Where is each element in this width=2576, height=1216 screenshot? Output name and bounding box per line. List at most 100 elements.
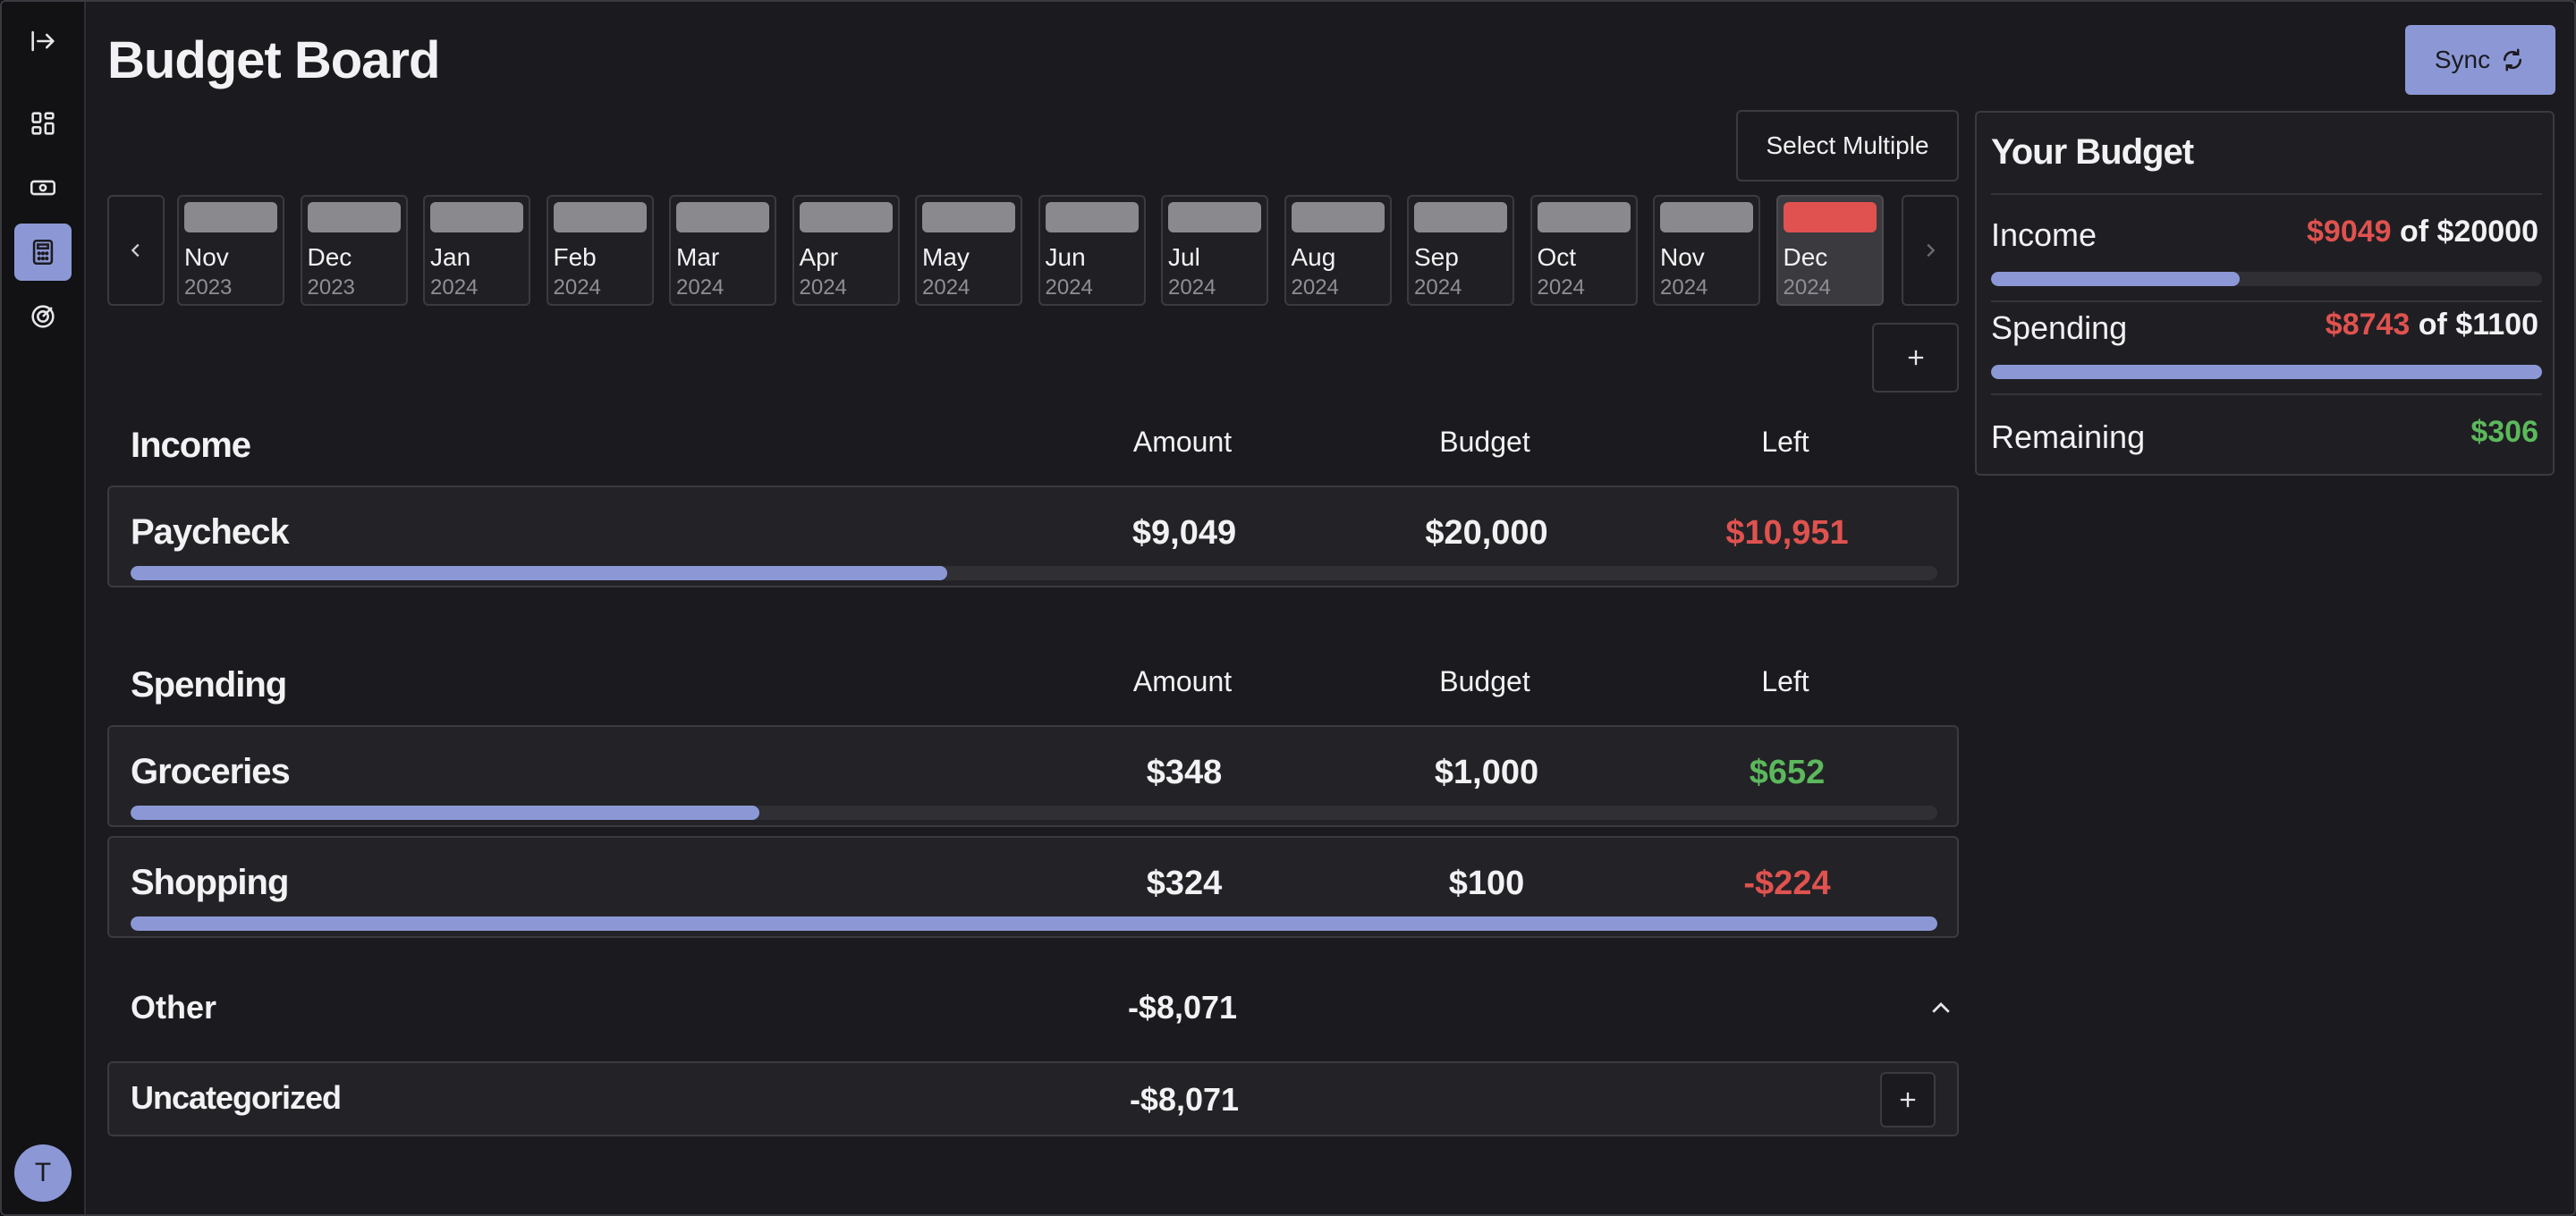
summary-income-fill [1991, 272, 2241, 286]
select-multiple-button[interactable]: Select Multiple [1736, 110, 1959, 182]
plus-icon [1900, 1092, 1916, 1108]
summary-income-amount: $9049 [2307, 215, 2392, 249]
row-progress-bar [131, 566, 1937, 580]
month-indicator-bar [307, 202, 401, 232]
budget-row-paycheck[interactable]: Paycheck $9,049 $20,000 $10,951 [107, 486, 1959, 587]
month-card[interactable]: Aug 2024 [1284, 195, 1392, 306]
summary-spending-label: Spending [1991, 309, 2128, 346]
summary-title: Your Budget [1991, 132, 2194, 172]
budget-row-shopping[interactable]: Shopping $324 $100 -$224 [107, 836, 1959, 938]
month-year: 2024 [676, 275, 724, 300]
month-card[interactable]: May 2024 [915, 195, 1022, 306]
income-section-title: Income [131, 426, 251, 465]
month-indicator-bar [1537, 202, 1631, 232]
sync-icon [2504, 48, 2522, 72]
month-name: Feb [553, 243, 597, 271]
month-year: 2024 [1537, 275, 1585, 300]
month-indicator-bar [799, 202, 893, 232]
row-amount: $348 [1146, 754, 1223, 791]
month-name: Oct [1537, 243, 1577, 271]
month-year: 2024 [1168, 275, 1216, 300]
month-name: Apr [799, 243, 839, 271]
month-card[interactable]: Dec 2023 [300, 195, 408, 306]
month-card[interactable]: Feb 2024 [546, 195, 654, 306]
row-name: Groceries [131, 752, 291, 791]
summary-spending-fill [1991, 365, 2542, 379]
month-name: Nov [184, 243, 229, 271]
income-col-budget: Budget [1439, 426, 1530, 458]
summary-income-bar [1991, 272, 2542, 286]
month-name: Aug [1291, 243, 1336, 271]
collapse-other-button[interactable] [1925, 992, 1957, 1025]
month-name: Mar [676, 243, 720, 271]
collapse-sidebar-button[interactable] [14, 13, 72, 70]
month-name: May [922, 243, 970, 271]
month-card[interactable]: Nov 2024 [1653, 195, 1760, 306]
month-year: 2024 [922, 275, 970, 300]
summary-spending-value: $8743 of $1100 [2326, 308, 2538, 342]
sidebar-item-transactions[interactable] [14, 159, 72, 216]
month-indicator-bar [1168, 202, 1261, 232]
spending-col-left: Left [1761, 665, 1809, 697]
chevron-up-icon [1932, 1002, 1950, 1013]
plus-icon [1908, 350, 1923, 366]
month-card[interactable]: Nov 2023 [177, 195, 284, 306]
month-card[interactable]: Jul 2024 [1161, 195, 1268, 306]
row-name: Uncategorized [131, 1079, 342, 1116]
month-year: 2024 [553, 275, 601, 300]
add-category-button[interactable] [1880, 1072, 1936, 1127]
summary-income-value: $9049 of $20000 [2307, 215, 2538, 249]
income-col-amount: Amount [1132, 426, 1233, 458]
sidebar-item-budgets[interactable] [14, 224, 72, 281]
month-name: Nov [1660, 243, 1705, 271]
summary-spending-bar [1991, 365, 2542, 379]
spending-col-budget: Budget [1439, 665, 1530, 697]
month-card[interactable]: Oct 2024 [1530, 195, 1638, 306]
month-card[interactable]: Jun 2024 [1038, 195, 1146, 306]
calculator-icon [32, 239, 54, 266]
sidebar-item-dashboard[interactable] [14, 95, 72, 152]
month-year: 2024 [1783, 275, 1831, 300]
month-name: Jun [1045, 243, 1086, 271]
spending-section-title: Spending [131, 665, 287, 705]
row-progress-fill [131, 916, 1937, 931]
chevron-left-icon [131, 243, 140, 258]
summary-income-of: of $20000 [2391, 215, 2538, 249]
month-indicator-bar [1414, 202, 1507, 232]
month-year: 2024 [1045, 275, 1093, 300]
collapse-sidebar-icon [31, 30, 55, 52]
prev-months-button[interactable] [107, 195, 165, 306]
month-indicator-bar [1783, 202, 1877, 232]
month-card[interactable]: Apr 2024 [792, 195, 900, 306]
divider [1991, 393, 2542, 395]
row-budget: $100 [1448, 865, 1525, 902]
other-section-total: -$8,071 [1127, 989, 1238, 1026]
month-card[interactable]: Sep 2024 [1407, 195, 1514, 306]
budget-row-groceries[interactable]: Groceries $348 $1,000 $652 [107, 725, 1959, 827]
month-year: 2024 [1291, 275, 1339, 300]
month-year: 2023 [184, 275, 233, 300]
summary-spending-amount: $8743 [2325, 308, 2411, 342]
budget-row-uncategorized[interactable]: Uncategorized -$8,071 [107, 1061, 1959, 1136]
month-name: Dec [1783, 243, 1828, 271]
sidebar-item-goals[interactable] [14, 288, 72, 345]
month-card[interactable]: Jan 2024 [423, 195, 530, 306]
month-indicator-bar [430, 202, 523, 232]
month-card[interactable]: Mar 2024 [669, 195, 776, 306]
month-indicator-bar [1045, 202, 1139, 232]
sync-button[interactable]: Sync [2405, 25, 2555, 95]
row-amount: -$8,071 [1129, 1081, 1240, 1118]
month-name: Jul [1168, 243, 1200, 271]
avatar[interactable]: T [14, 1144, 72, 1202]
month-year: 2024 [1660, 275, 1708, 300]
add-budget-button[interactable] [1872, 323, 1959, 393]
month-year: 2024 [799, 275, 847, 300]
row-budget: $1,000 [1434, 754, 1539, 791]
next-months-button[interactable] [1902, 195, 1959, 306]
month-card[interactable]: Dec 2024 [1775, 195, 1884, 306]
month-name: Sep [1414, 243, 1459, 271]
row-amount: $324 [1146, 865, 1223, 902]
row-amount: $9,049 [1131, 514, 1237, 552]
month-year: 2024 [1414, 275, 1462, 300]
money-icon [30, 180, 56, 196]
